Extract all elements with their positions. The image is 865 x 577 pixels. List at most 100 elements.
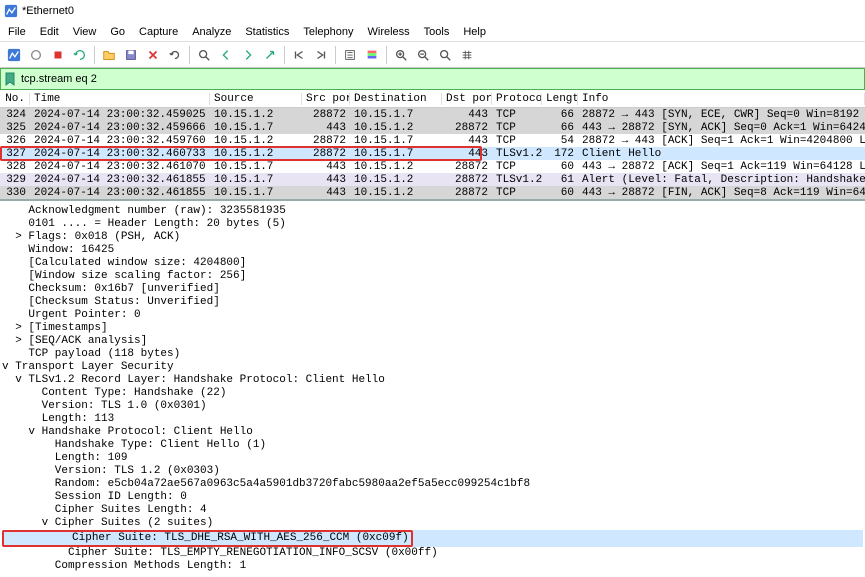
detail-line[interactable]: Checksum: 0x16b7 [unverified] <box>2 283 863 296</box>
menu-help[interactable]: Help <box>457 24 492 40</box>
cell: 28872 <box>302 109 350 121</box>
detail-line[interactable]: > Flags: 0x018 (PSH, ACK) <box>2 231 863 244</box>
zoom-in-icon[interactable] <box>391 45 411 65</box>
menu-file[interactable]: File <box>2 24 32 40</box>
col-hdr-dest[interactable]: Destination <box>350 93 442 105</box>
detail-line[interactable]: Content Type: Handshake (22) <box>2 387 863 400</box>
cell: 2024-07-14 23:00:32.459025 <box>30 109 210 121</box>
stop-capture-icon[interactable] <box>26 45 46 65</box>
menu-capture[interactable]: Capture <box>133 24 184 40</box>
cell: 10.15.1.2 <box>210 109 302 121</box>
filter-bookmark-icon[interactable] <box>3 72 17 86</box>
detail-line[interactable]: > [SEQ/ACK analysis] <box>2 335 863 348</box>
cell: TCP <box>492 122 542 134</box>
start-capture-icon[interactable] <box>4 45 24 65</box>
go-forward-icon[interactable] <box>238 45 258 65</box>
detail-line[interactable]: > [Timestamps] <box>2 322 863 335</box>
detail-line[interactable]: 0101 .... = Header Length: 20 bytes (5) <box>2 218 863 231</box>
open-file-icon[interactable] <box>99 45 119 65</box>
restart-capture-icon[interactable] <box>48 45 68 65</box>
reload-icon[interactable] <box>165 45 185 65</box>
cell: 10.15.1.7 <box>210 161 302 173</box>
detail-line[interactable]: v TLSv1.2 Record Layer: Handshake Protoc… <box>2 374 863 387</box>
packet-row[interactable]: 3262024-07-14 23:00:32.45976010.15.1.228… <box>0 134 865 147</box>
packet-list[interactable]: No. Time Source Src port Destination Dst… <box>0 90 865 199</box>
col-hdr-protocol[interactable]: Protocol <box>492 93 542 105</box>
col-hdr-length[interactable]: Length <box>542 93 578 105</box>
detail-line[interactable]: v Transport Layer Security <box>2 361 863 374</box>
detail-line[interactable]: Length: 109 <box>2 452 863 465</box>
cell: 61 <box>542 174 578 186</box>
menu-statistics[interactable]: Statistics <box>239 24 295 40</box>
go-to-packet-icon[interactable] <box>260 45 280 65</box>
display-filter-bar <box>0 68 865 90</box>
display-filter-input[interactable] <box>21 73 862 85</box>
cell: 10.15.1.7 <box>350 109 442 121</box>
auto-scroll-icon[interactable] <box>340 45 360 65</box>
col-hdr-info[interactable]: Info <box>578 93 865 105</box>
find-packet-icon[interactable] <box>194 45 214 65</box>
packet-row[interactable]: 3242024-07-14 23:00:32.45902510.15.1.228… <box>0 108 865 121</box>
cell: 2024-07-14 23:00:32.459666 <box>30 122 210 134</box>
cell: 2024-07-14 23:00:32.461855 <box>30 187 210 199</box>
detail-line[interactable]: Acknowledgment number (raw): 3235581935 <box>2 205 863 218</box>
packet-row[interactable]: 3272024-07-14 23:00:32.46073310.15.1.228… <box>0 147 865 160</box>
go-last-icon[interactable] <box>311 45 331 65</box>
menu-tools[interactable]: Tools <box>418 24 456 40</box>
cell: 54 <box>542 135 578 147</box>
detail-line[interactable]: [Checksum Status: Unverified] <box>2 296 863 309</box>
detail-line[interactable]: [Calculated window size: 4204800] <box>2 257 863 270</box>
cell: 443 <box>302 187 350 199</box>
detail-line-highlighted[interactable]: Cipher Suite: TLS_DHE_RSA_WITH_AES_256_C… <box>2 530 863 547</box>
detail-line[interactable]: Session ID Length: 0 <box>2 491 863 504</box>
cell: 2024-07-14 23:00:32.461855 <box>30 174 210 186</box>
menu-telephony[interactable]: Telephony <box>297 24 359 40</box>
options-icon[interactable] <box>70 45 90 65</box>
go-back-icon[interactable] <box>216 45 236 65</box>
detail-line[interactable]: Random: e5cb04a72ae567a0963c5a4a5901db37… <box>2 478 863 491</box>
resize-columns-icon[interactable] <box>457 45 477 65</box>
menu-analyze[interactable]: Analyze <box>186 24 237 40</box>
packet-row[interactable]: 3252024-07-14 23:00:32.45966610.15.1.744… <box>0 121 865 134</box>
detail-line[interactable]: v Cipher Suites (2 suites) <box>2 517 863 530</box>
packet-row[interactable]: 3292024-07-14 23:00:32.46185510.15.1.744… <box>0 173 865 186</box>
cell: 28872 <box>442 161 492 173</box>
menu-wireless[interactable]: Wireless <box>362 24 416 40</box>
detail-line[interactable]: Version: TLS 1.2 (0x0303) <box>2 465 863 478</box>
detail-line[interactable]: v Handshake Protocol: Client Hello <box>2 426 863 439</box>
detail-line[interactable]: Cipher Suite: TLS_EMPTY_RENEGOTIATION_IN… <box>2 547 863 560</box>
go-first-icon[interactable] <box>289 45 309 65</box>
detail-line[interactable]: Window: 16425 <box>2 244 863 257</box>
cell: 443 <box>302 174 350 186</box>
col-hdr-source[interactable]: Source <box>210 93 302 105</box>
cell: TCP <box>492 109 542 121</box>
col-hdr-no[interactable]: No. <box>0 93 30 105</box>
menu-edit[interactable]: Edit <box>34 24 65 40</box>
detail-line[interactable]: Version: TLS 1.0 (0x0301) <box>2 400 863 413</box>
col-hdr-srcport[interactable]: Src port <box>302 93 350 105</box>
detail-line[interactable]: TCP payload (118 bytes) <box>2 348 863 361</box>
detail-line[interactable]: [Window size scaling factor: 256] <box>2 270 863 283</box>
detail-line[interactable]: Length: 113 <box>2 413 863 426</box>
toolbar-separator <box>335 46 336 64</box>
packet-row[interactable]: 3282024-07-14 23:00:32.46107010.15.1.744… <box>0 160 865 173</box>
packet-details-pane[interactable]: Acknowledgment number (raw): 3235581935 … <box>0 199 865 577</box>
packet-row[interactable]: 3302024-07-14 23:00:32.46185510.15.1.744… <box>0 186 865 199</box>
cell: 28872 <box>302 148 350 160</box>
cell: 324 <box>0 109 30 121</box>
menu-go[interactable]: Go <box>104 24 131 40</box>
col-hdr-dstport[interactable]: Dst port <box>442 93 492 105</box>
cell: 326 <box>0 135 30 147</box>
detail-line[interactable]: Handshake Type: Client Hello (1) <box>2 439 863 452</box>
colorize-icon[interactable] <box>362 45 382 65</box>
save-file-icon[interactable] <box>121 45 141 65</box>
cell: 10.15.1.7 <box>350 135 442 147</box>
col-hdr-time[interactable]: Time <box>30 93 210 105</box>
menu-view[interactable]: View <box>67 24 103 40</box>
close-file-icon[interactable] <box>143 45 163 65</box>
zoom-reset-icon[interactable] <box>435 45 455 65</box>
detail-line[interactable]: Urgent Pointer: 0 <box>2 309 863 322</box>
cell: Alert (Level: Fatal, Description: Handsh… <box>578 174 865 186</box>
zoom-out-icon[interactable] <box>413 45 433 65</box>
detail-line[interactable]: Compression Methods Length: 1 <box>2 560 863 573</box>
